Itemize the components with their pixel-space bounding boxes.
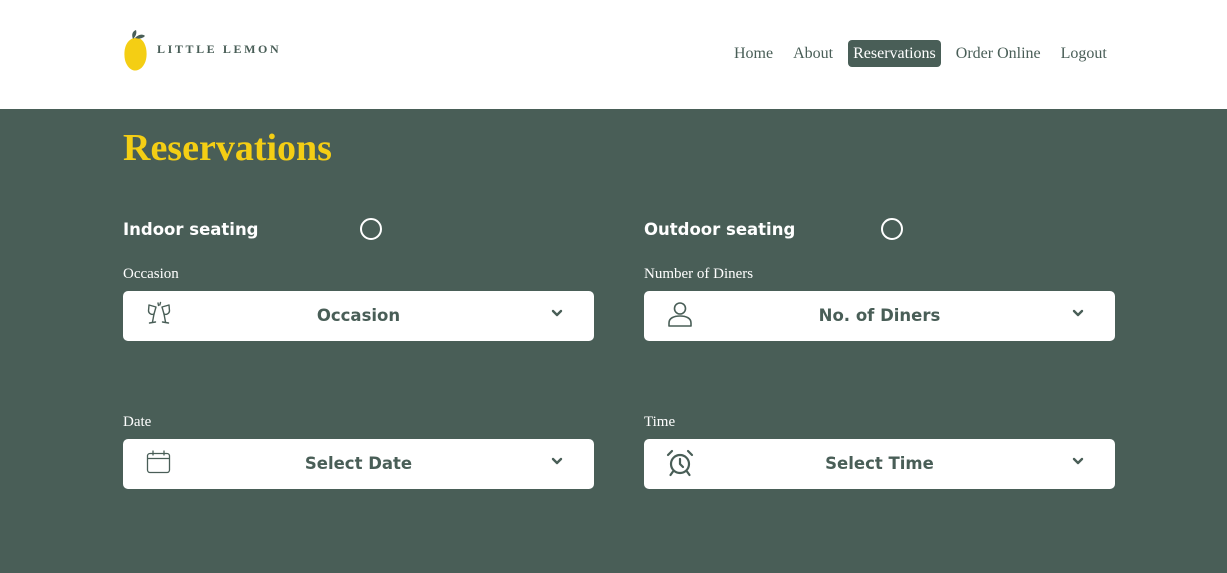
reservation-section: Reservations Indoor seating Outdoor seat… [0, 109, 1227, 573]
chevron-down-icon [551, 457, 563, 465]
main-nav: Home About Reservations Order Online Log… [729, 40, 1122, 67]
diners-value: No. of Diners [818, 306, 941, 325]
time-select[interactable]: Select Time [644, 439, 1115, 489]
outdoor-seating-label: Outdoor seating [644, 219, 796, 239]
date-label: Date [123, 414, 152, 430]
indoor-seating-radio[interactable] [360, 218, 382, 240]
page-title: Reservations [123, 127, 332, 169]
date-select[interactable]: Select Date [123, 439, 594, 489]
logo-text: LITTLE LEMON [157, 41, 282, 56]
chevron-down-icon [1072, 309, 1084, 317]
indoor-seating-option[interactable]: Indoor seating [123, 218, 382, 240]
diners-label: Number of Diners [644, 266, 754, 282]
diners-select[interactable]: No. of Diners [644, 291, 1115, 341]
logo[interactable]: LITTLE LEMON [123, 30, 281, 72]
nav-reservations[interactable]: Reservations [848, 40, 941, 67]
lemon-icon [124, 30, 147, 71]
site-header: LITTLE LEMON Home About Reservations Ord… [0, 0, 1227, 109]
time-label: Time [644, 414, 676, 430]
occasion-value: Occasion [316, 306, 401, 325]
nav-logout[interactable]: Logout [1056, 40, 1112, 67]
nav-about[interactable]: About [788, 40, 838, 67]
outdoor-seating-option[interactable]: Outdoor seating [644, 218, 903, 240]
date-value: Select Date [304, 454, 413, 473]
chevron-down-icon [551, 309, 563, 317]
occasion-select[interactable]: Occasion [123, 291, 594, 341]
chevron-down-icon [1072, 457, 1084, 465]
nav-home[interactable]: Home [729, 40, 778, 67]
occasion-label: Occasion [123, 266, 179, 282]
outdoor-seating-radio[interactable] [881, 218, 903, 240]
time-value: Select Time [825, 454, 934, 473]
indoor-seating-label: Indoor seating [123, 219, 259, 239]
nav-order-online[interactable]: Order Online [951, 40, 1046, 67]
